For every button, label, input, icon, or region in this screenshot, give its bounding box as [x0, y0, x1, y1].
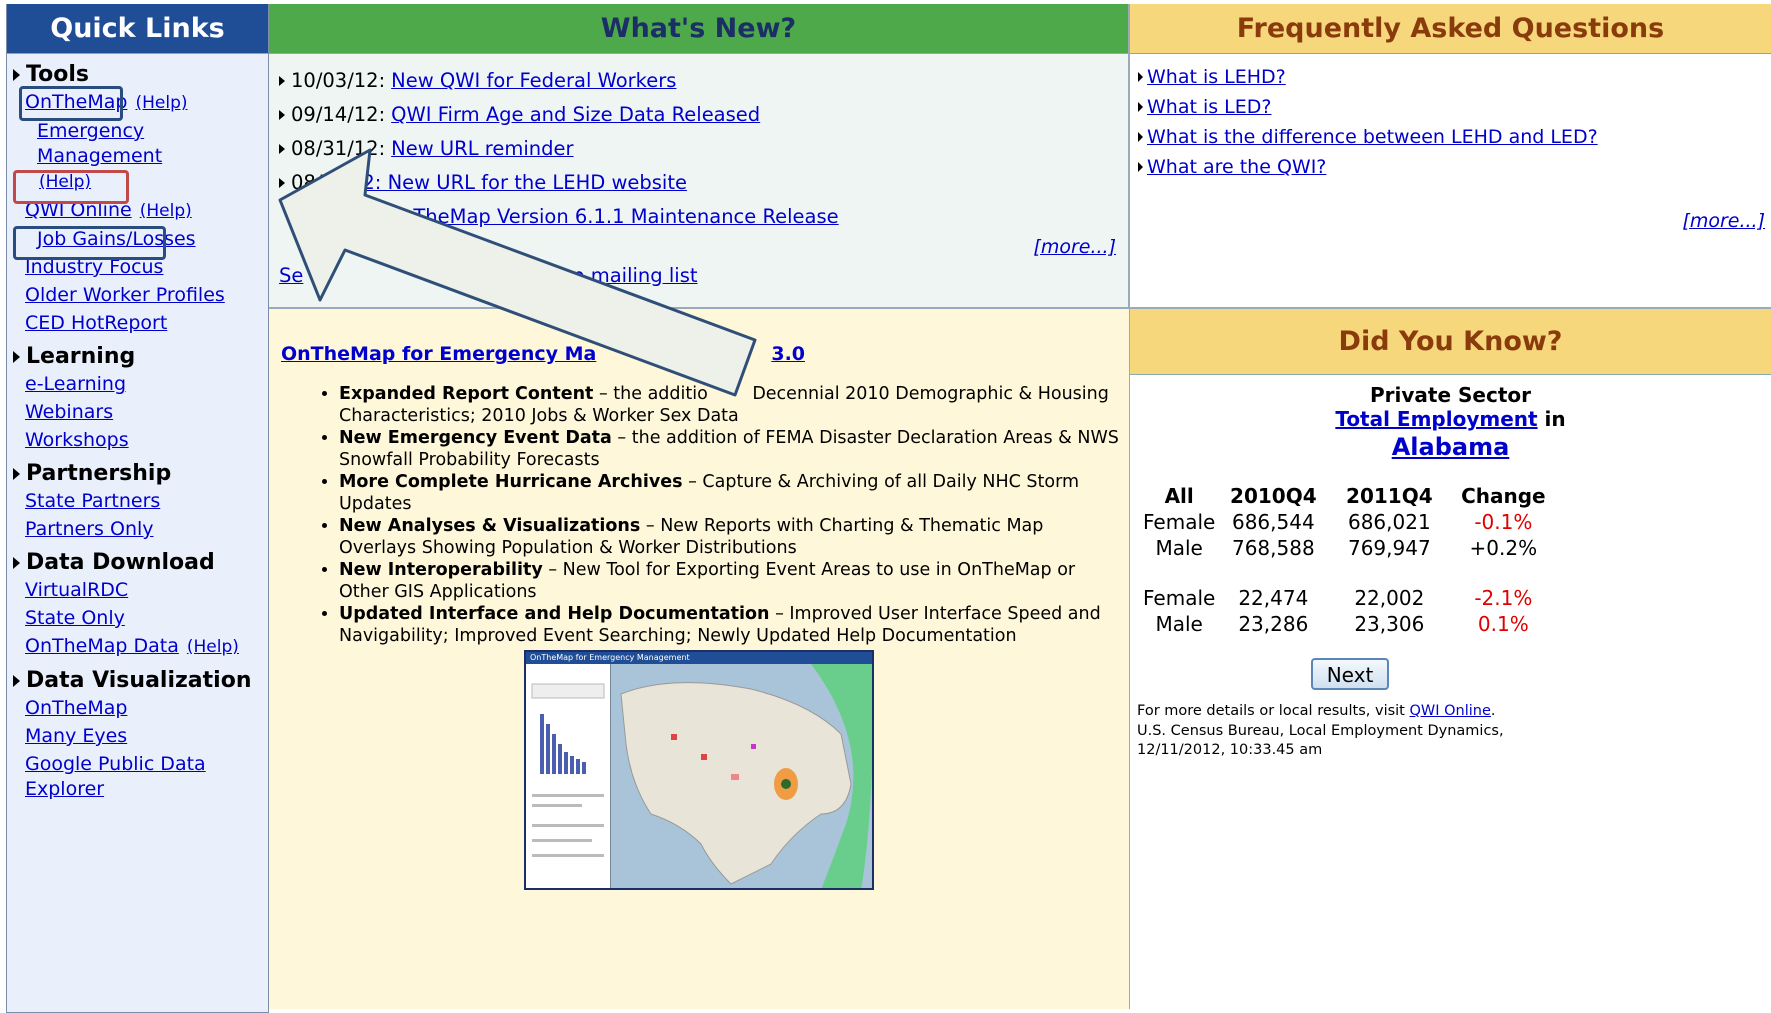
annotation-arrow-icon — [278, 148, 757, 397]
